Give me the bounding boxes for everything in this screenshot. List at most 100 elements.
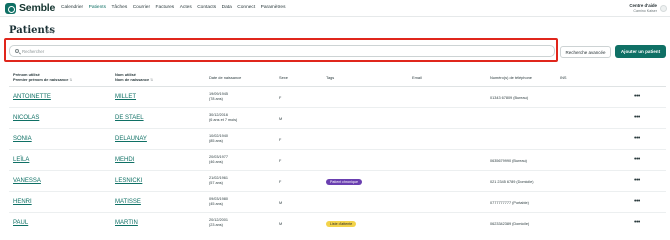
nav-item-data[interactable]: Data [222,5,232,10]
dob-value: 21/02/1961 [209,176,229,180]
dob-value: 19/09/1945 [209,92,229,96]
patient-first-name-link[interactable]: VANESSA [13,178,41,184]
age-value: (57 ans) [209,180,223,185]
header-tags: Tags [326,75,335,80]
search-icon [15,49,19,53]
help-center-title: Centre d'aide [629,3,657,8]
patient-dob: 21/02/1961 (57 ans) [209,176,228,186]
help-center-user: Camino Kaiser [633,9,657,13]
patient-phone: 0623342389 (Domicile) [490,222,530,226]
top-navigation-bar: Semble Calendrier Patients Tâches Courri… [0,0,670,17]
patient-last-name-link[interactable]: MARTIN [115,220,138,226]
patient-phone: 021 2345 6789 (Domicile) [490,180,534,184]
patient-first-name-link[interactable]: SONIA [13,136,32,142]
patient-dob: 10/02/1940 (85 ans) [209,134,228,144]
patient-first-name-link[interactable]: HENRI [13,199,32,205]
header-birth-name-label: Nom de naissance [115,77,150,82]
table-row[interactable]: LEÏLA MEHDI 20/03/1977 (46 ans) F 0635679… [9,151,666,171]
header-first-name[interactable]: Prénom utilisé Premier prénom de naissan… [13,72,72,83]
table-row[interactable]: HENRI MATISSE 09/03/1980 (45 ans) M 07777… [9,193,666,213]
patient-phone: 0777777777 (Portable) [490,201,529,205]
sort-icon[interactable]: ⇅ [150,78,153,82]
search-placeholder: Rechercher [22,49,45,55]
header-last-name[interactable]: Nom utilisé Nom de naissance⇅ [115,72,153,83]
row-more-options-icon[interactable]: ••• [634,135,640,142]
patient-sex: M [279,201,283,205]
search-input[interactable]: Rechercher [9,45,555,57]
nav-item-patients[interactable]: Patients [89,5,106,10]
app-name: Semble [19,2,56,14]
nav-item-calendrier[interactable]: Calendrier [61,5,83,10]
patient-last-name-link[interactable]: MEHDI [115,157,134,163]
patient-sex: F [279,138,282,142]
age-value: (23 ans) [209,222,223,227]
patient-last-name-link[interactable]: MATISSE [115,199,141,205]
row-more-options-icon[interactable]: ••• [634,219,640,226]
patient-sex: M [279,222,283,226]
help-center-link[interactable]: Centre d'aide Camino Kaiser [629,3,657,13]
sort-icon[interactable]: ⇅ [69,78,72,82]
patient-first-name-link[interactable]: PAUL [13,220,28,226]
nav-item-taches[interactable]: Tâches [111,5,127,10]
nav-item-contacts[interactable]: Contacts [197,5,216,10]
nav-item-parametres[interactable]: Paramètres [261,5,286,10]
patient-dob: 19/09/1945 (78 ans) [209,92,228,102]
nav-item-courrier[interactable]: Courrier [133,5,150,10]
nav-item-connect[interactable]: Connect [237,5,255,10]
table-row[interactable]: NICOLAS DE STAEL 30/12/2016 (6 ans et 7 m… [9,109,666,129]
patient-count: (12) [46,29,55,34]
patient-phone: 0635679990 (Bureau) [490,159,527,163]
dob-value: 10/02/1940 [209,134,229,138]
patient-dob: 20/03/1977 (46 ans) [209,155,228,165]
header-email: Email [412,75,422,80]
patient-last-name-link[interactable]: MILLET [115,94,136,100]
patient-last-name-link[interactable]: LESNICKI [115,178,142,184]
header-sex: Sexe [279,75,288,80]
table-row[interactable]: SONIA DELAUNAY 10/02/1940 (85 ans) F ••• [9,130,666,150]
row-more-options-icon[interactable]: ••• [634,177,640,184]
patient-first-name-link[interactable]: NICOLAS [13,115,39,121]
tag-badge[interactable]: Liste d'attente [326,221,357,227]
patient-dob: 30/12/2016 (6 ans et 7 mois) [209,113,237,123]
patient-first-name-link[interactable]: ANTOINETTE [13,94,51,100]
dob-value: 30/12/2016 [209,113,229,117]
row-more-options-icon[interactable]: ••• [634,198,640,205]
patient-sex: M [279,117,283,121]
age-value: (46 ans) [209,159,223,164]
table-header: Prénom utilisé Premier prénom de naissan… [9,67,666,87]
nav-item-actes[interactable]: Actes [180,5,192,10]
patient-dob: 20/12/2001 (23 ans) [209,218,228,228]
semble-logo[interactable]: Semble [5,2,55,14]
age-value: (45 ans) [209,201,223,206]
dob-value: 20/03/1977 [209,155,229,159]
patient-sex: F [279,159,282,163]
patient-dob: 09/03/1980 (45 ans) [209,197,228,207]
row-more-options-icon[interactable]: ••• [634,114,640,121]
add-patient-button[interactable]: Ajouter un patient [615,45,666,58]
age-value: (78 ans) [209,96,223,101]
patient-first-name-link[interactable]: LEÏLA [13,157,29,163]
table-row[interactable]: VANESSA LESNICKI 21/02/1961 (57 ans) F Pa… [9,172,666,192]
row-more-options-icon[interactable]: ••• [634,93,640,100]
header-dob: Date de naissance [209,75,242,80]
row-more-options-icon[interactable]: ••• [634,156,640,163]
dob-value: 20/12/2001 [209,218,229,222]
tag-badge[interactable]: Patient chronique [326,179,362,185]
table-row[interactable]: PAUL MARTIN 20/12/2001 (23 ans) M Liste d… [9,214,666,234]
patient-sex: F [279,96,282,100]
table-row[interactable]: ANTOINETTE MILLET 19/09/1945 (78 ans) F 0… [9,88,666,108]
header-ins: INS [560,75,567,80]
header-birth-first-name-label: Premier prénom de naissance [13,77,69,82]
patient-last-name-link[interactable]: DELAUNAY [115,136,147,142]
header-phone: Numéro(s) de téléphone [490,75,532,80]
age-value: (85 ans) [209,138,223,143]
semble-logo-icon [5,2,16,14]
nav-item-factures[interactable]: Factures [156,5,175,10]
main-nav: Calendrier Patients Tâches Courrier Fact… [61,5,291,10]
patient-phone: 01343 67809 (Bureau) [490,96,528,100]
patient-last-name-link[interactable]: DE STAEL [115,115,144,121]
user-avatar[interactable] [660,5,667,12]
patient-sex: F [279,180,282,184]
age-value: (6 ans et 7 mois) [209,117,238,122]
advanced-search-button[interactable]: Recherche avancée [560,46,611,58]
